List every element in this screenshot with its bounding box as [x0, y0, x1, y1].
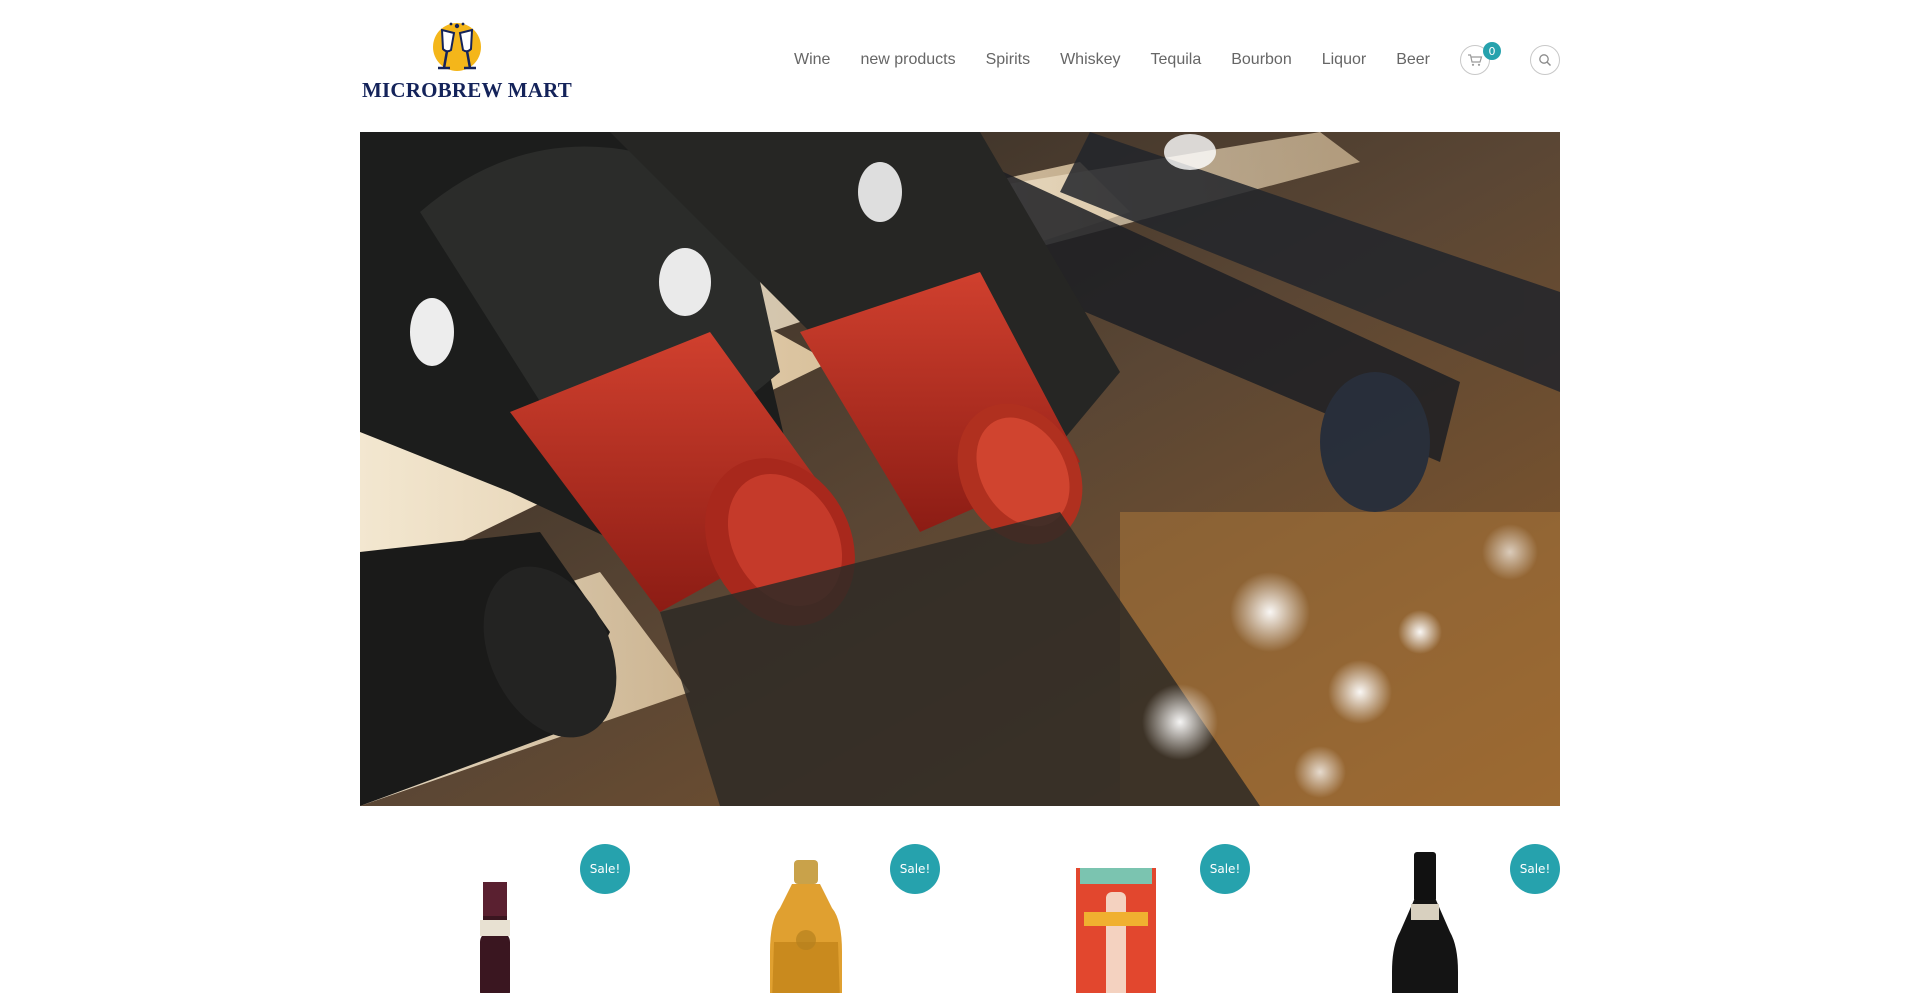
search-icon [1539, 54, 1551, 66]
sale-badge: Sale! [1200, 844, 1250, 894]
main-navigation: Wine new products Spirits Whiskey Tequil… [794, 42, 1560, 76]
cart-count-badge: 0 [1483, 42, 1501, 60]
page-wrapper: MICROBREW MART Wine new products Spirits… [360, 0, 1560, 993]
sale-badge: Sale! [890, 844, 940, 894]
site-logo[interactable]: MICROBREW MART [362, 20, 572, 102]
cart-button[interactable]: 0 [1460, 42, 1501, 75]
nav-item-new-products[interactable]: new products [860, 51, 955, 69]
sale-badge: Sale! [580, 844, 630, 894]
nav-item-spirits[interactable]: Spirits [986, 51, 1030, 69]
product-card[interactable]: Sale! [980, 842, 1250, 993]
product-card[interactable]: Sale! [360, 842, 630, 993]
nav-item-wine[interactable]: Wine [794, 51, 830, 69]
search-button[interactable] [1530, 45, 1560, 75]
site-header: MICROBREW MART Wine new products Spirits… [360, 0, 1560, 132]
product-card[interactable]: Sale! [1290, 842, 1560, 993]
nav-item-bourbon[interactable]: Bourbon [1231, 51, 1292, 69]
sale-badge: Sale! [1510, 844, 1560, 894]
brand-name: MICROBREW MART [362, 78, 572, 102]
product-grid: Sale! Sale! Sale! Sale! [360, 842, 1560, 993]
nav-item-liquor[interactable]: Liquor [1322, 51, 1366, 69]
nav-item-tequila[interactable]: Tequila [1151, 51, 1202, 69]
product-card[interactable]: Sale! [670, 842, 940, 993]
nav-item-beer[interactable]: Beer [1396, 51, 1430, 69]
wine-bottles-rack-photo [360, 132, 1560, 806]
nav-item-whiskey[interactable]: Whiskey [1060, 51, 1120, 69]
cart-icon [1468, 54, 1483, 66]
hero-banner [360, 132, 1560, 806]
glasses-toast-icon [433, 22, 481, 71]
